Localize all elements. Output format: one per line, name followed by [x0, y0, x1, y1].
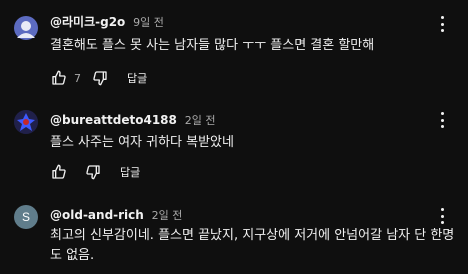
comment-header: @라미크-g2o 9일 전 [50, 13, 164, 30]
like-count: 7 [74, 71, 81, 85]
comment-text: 결혼해도 플스 못 사는 남자들 많다 ㅜㅜ 플스면 결혼 할만해 [50, 38, 375, 53]
avatar[interactable]: S [14, 205, 38, 229]
avatar-letter: S [21, 210, 30, 224]
thumb-up-icon[interactable] [50, 163, 68, 181]
more-vert-icon[interactable] [436, 110, 448, 130]
avatar[interactable] [14, 110, 38, 134]
comment-time[interactable]: 9일 전 [133, 16, 164, 29]
comment-author[interactable]: @라미크-g2o [50, 15, 125, 29]
pattern-icon [14, 110, 38, 134]
comment-author[interactable]: @bureattdeto4188 [50, 113, 177, 127]
comment-header: @bureattdeto4188 2일 전 [50, 112, 215, 128]
reply-button[interactable]: 답글 [127, 70, 147, 86]
comment-text: 최고의 신부감이네. 플스면 끝났지, 지구상에 저거에 안넘어갈 남자 단 한… [50, 228, 455, 263]
more-vert-icon[interactable] [436, 14, 448, 34]
more-vert-icon[interactable] [436, 206, 448, 226]
comment-actions: 답글 [50, 162, 140, 182]
thumb-down-icon[interactable] [84, 163, 102, 181]
thumb-up-icon[interactable] [50, 69, 68, 87]
person-icon [17, 21, 35, 38]
comment-header: @old-and-rich 2일 전 [50, 207, 182, 223]
avatar[interactable] [14, 16, 38, 40]
comment-time[interactable]: 2일 전 [185, 114, 216, 127]
comment-text: 플스 사주는 여자 귀하다 복받았네 [50, 135, 234, 150]
comment-actions: 7 답글 [50, 68, 147, 88]
comment-time[interactable]: 2일 전 [152, 209, 183, 222]
reply-button[interactable]: 답글 [120, 164, 140, 180]
comment-author[interactable]: @old-and-rich [50, 208, 144, 222]
thumb-down-icon[interactable] [91, 69, 109, 87]
